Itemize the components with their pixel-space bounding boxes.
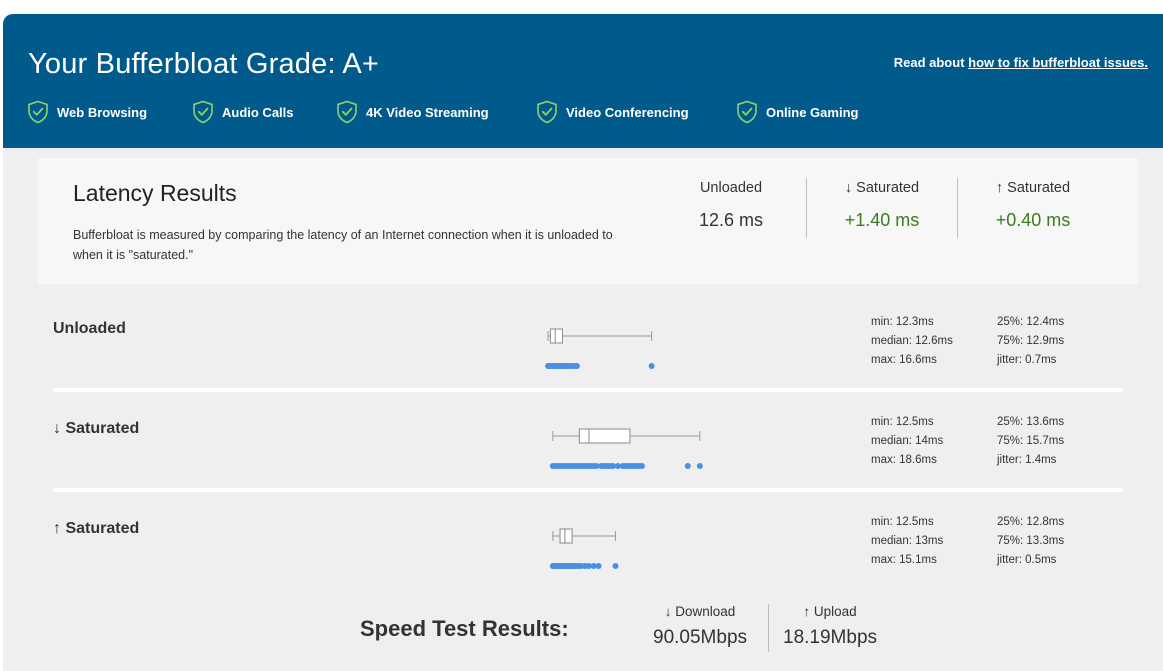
latency-stats: min: 12.5ms 25%: 13.6ms median: 14ms 75%… bbox=[871, 413, 1097, 470]
stat-p25: 25%: 12.4ms bbox=[997, 316, 1065, 328]
stat-p25: 25%: 12.8ms bbox=[997, 516, 1065, 528]
use-case-label: Online Gaming bbox=[766, 104, 859, 120]
grade-title: Your Bufferbloat Grade: A+ bbox=[28, 48, 380, 80]
stat-p75: 75%: 12.9ms bbox=[997, 335, 1065, 347]
shield-check-icon bbox=[193, 100, 213, 124]
stat-jitter: jitter: 1.4ms bbox=[997, 454, 1057, 466]
latency-boxplot bbox=[549, 428, 703, 469]
row-divider bbox=[53, 388, 1123, 392]
row-divider bbox=[53, 488, 1123, 492]
use-case-audio-calls: Audio Calls bbox=[192, 100, 294, 124]
grade-header: Your Bufferbloat Grade: A+ Read about ho… bbox=[3, 14, 1163, 148]
stat-p75: 75%: 15.7ms bbox=[997, 435, 1065, 447]
shield-check-icon bbox=[28, 100, 48, 124]
fix-bufferbloat-link[interactable]: how to fix bufferbloat issues. bbox=[968, 55, 1148, 70]
unloaded-stat-value: 12.6 ms bbox=[698, 210, 764, 230]
stat-median: median: 12.6ms bbox=[871, 335, 953, 347]
unloaded-stat-label: Unloaded bbox=[699, 180, 763, 196]
use-case-label: Web Browsing bbox=[57, 104, 148, 120]
upload-saturated-stat-value: +0.40 ms bbox=[995, 210, 1071, 230]
sample-dot bbox=[573, 363, 580, 369]
shield-check-icon bbox=[537, 100, 557, 124]
stat-median: median: 13ms bbox=[871, 535, 944, 547]
use-case-4k-video: 4K Video Streaming bbox=[336, 100, 489, 124]
stat-p25: 25%: 13.6ms bbox=[997, 416, 1065, 428]
stat-jitter: jitter: 0.7ms bbox=[997, 354, 1057, 366]
shield-check-icon bbox=[337, 100, 357, 124]
download-saturated-stat-value: +1.40 ms bbox=[844, 210, 920, 230]
stat-max: max: 15.1ms bbox=[871, 554, 937, 566]
iqr-box bbox=[549, 328, 563, 344]
sample-dot bbox=[684, 463, 691, 469]
download-saturated-stat-label: ↓ Saturated bbox=[844, 180, 920, 196]
sample-dot bbox=[648, 363, 655, 369]
stat-median: median: 14ms bbox=[871, 435, 944, 447]
iqr-box bbox=[578, 428, 631, 444]
use-case-label: Audio Calls bbox=[222, 104, 294, 120]
upload-speed: ↑ Upload 18.19Mbps bbox=[783, 604, 877, 649]
latency-stats: min: 12.5ms 25%: 12.8ms median: 13ms 75%… bbox=[871, 513, 1097, 570]
sample-dot bbox=[595, 563, 602, 569]
upload-label: ↑ Upload bbox=[803, 604, 857, 619]
sample-dot bbox=[612, 563, 619, 569]
use-case-online-gaming: Online Gaming bbox=[736, 100, 858, 124]
latency-results-title: Latency Results bbox=[73, 180, 237, 206]
use-case-label: 4K Video Streaming bbox=[366, 104, 489, 120]
upload-value: 18.19Mbps bbox=[783, 627, 878, 648]
fix-bufferbloat-text: Read about how to fix bufferbloat issues… bbox=[894, 55, 1148, 70]
use-case-web-browsing: Web Browsing bbox=[27, 100, 147, 124]
latency-stats: min: 12.3ms 25%: 12.4ms median: 12.6ms 7… bbox=[871, 313, 1097, 370]
read-about-text: Read about bbox=[893, 55, 969, 70]
sample-dot bbox=[638, 463, 645, 469]
download-value: 90.05Mbps bbox=[653, 627, 748, 648]
shield-check-icon bbox=[737, 100, 757, 124]
results-frame: Your Bufferbloat Grade: A+ Read about ho… bbox=[3, 14, 1163, 671]
download-label: ↓ Download bbox=[664, 604, 736, 619]
sample-dot bbox=[696, 463, 703, 469]
stat-p75: 75%: 13.3ms bbox=[997, 535, 1065, 547]
download-saturated-stat: ↓ Saturated +1.40 ms bbox=[807, 180, 957, 231]
stat-min: min: 12.5ms bbox=[871, 416, 934, 428]
speed-divider bbox=[768, 604, 769, 652]
unloaded-stat: Unloaded 12.6 ms bbox=[656, 180, 806, 231]
speed-test-title: Speed Test Results: bbox=[360, 616, 569, 641]
latency-results-panel: Latency Results Bufferbloat is measured … bbox=[38, 158, 1138, 284]
latency-boxplot bbox=[545, 328, 655, 369]
download-speed: ↓ Download 90.05Mbps bbox=[653, 604, 747, 649]
iqr-box bbox=[559, 528, 573, 544]
upload-saturated-stat: ↑ Saturated +0.40 ms bbox=[958, 180, 1108, 231]
stat-min: min: 12.5ms bbox=[871, 516, 934, 528]
upload-saturated-stat-label: ↑ Saturated bbox=[995, 180, 1071, 196]
latency-description: Bufferbloat is measured by comparing the… bbox=[73, 228, 613, 262]
stat-max: max: 18.6ms bbox=[871, 454, 937, 466]
stat-min: min: 12.3ms bbox=[871, 316, 934, 328]
use-case-label: Video Conferencing bbox=[566, 104, 689, 120]
use-case-video-conferencing: Video Conferencing bbox=[536, 100, 689, 124]
latency-boxplot bbox=[549, 528, 619, 569]
stat-max: max: 16.6ms bbox=[871, 354, 937, 366]
stat-jitter: jitter: 0.5ms bbox=[997, 554, 1057, 566]
